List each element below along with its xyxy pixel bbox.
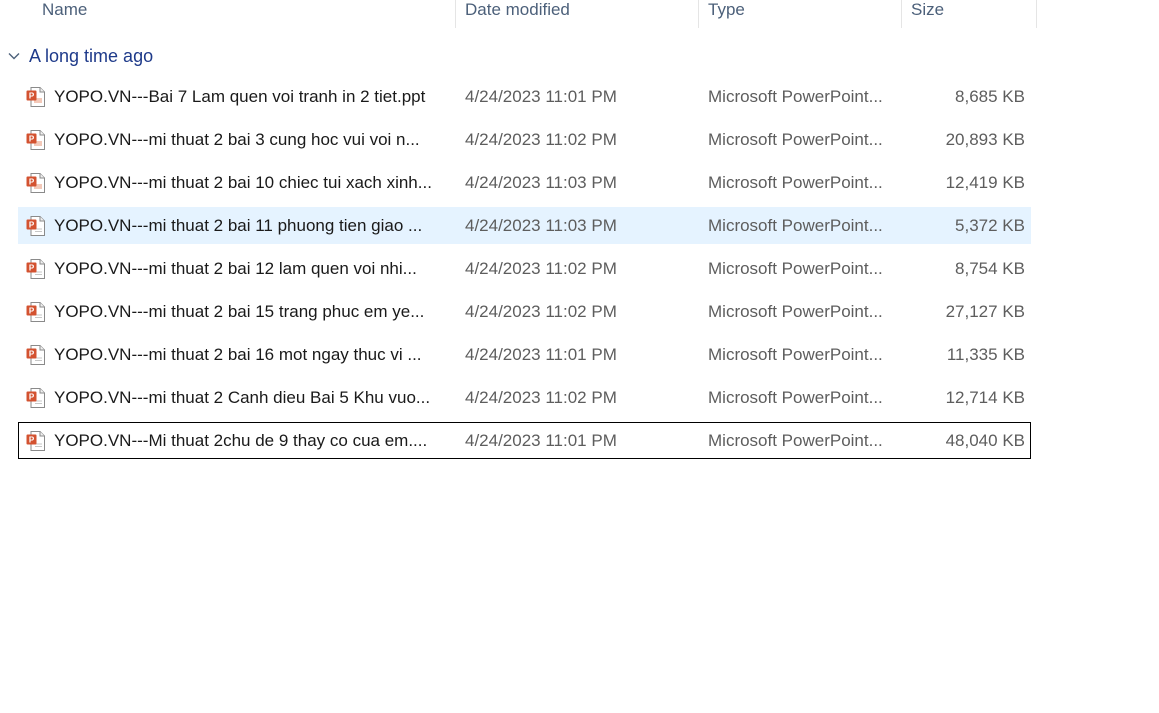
file-type: Microsoft PowerPoint...: [708, 388, 883, 407]
file-type: Microsoft PowerPoint...: [708, 173, 883, 192]
file-name: YOPO.VN---mi thuat 2 bai 15 trang phuc e…: [54, 302, 425, 321]
file-size: 48,040 KB: [945, 431, 1025, 450]
file-row[interactable]: P YOPO.VN---mi thuat 2 bai 3 cung hoc vu…: [18, 121, 1031, 158]
file-date-modified: 4/24/2023 11:03 PM: [465, 216, 617, 235]
column-header-type-label: Type: [708, 0, 745, 19]
svg-text:P: P: [29, 221, 35, 230]
file-date-modified: 4/24/2023 11:02 PM: [465, 259, 617, 278]
file-size: 8,685 KB: [955, 87, 1025, 106]
file-size: 11,335 KB: [946, 345, 1025, 364]
svg-text:P: P: [29, 393, 35, 402]
ppt-legacy-file-icon: P: [25, 129, 47, 151]
column-header-size[interactable]: Size: [903, 0, 1037, 28]
ppt-legacy-file-icon: P: [25, 172, 47, 194]
column-header-name-label: Name: [42, 0, 88, 19]
file-name: YOPO.VN---mi thuat 2 bai 16 mot ngay thu…: [54, 345, 422, 364]
pptx-file-icon: P: [25, 215, 47, 237]
file-size: 27,127 KB: [945, 302, 1025, 321]
file-type: Microsoft PowerPoint...: [708, 259, 883, 278]
file-row[interactable]: P YOPO.VN---mi thuat 2 Canh dieu Bai 5 K…: [18, 379, 1031, 416]
file-size: 5,372 KB: [955, 216, 1025, 235]
file-type: Microsoft PowerPoint...: [708, 345, 883, 364]
file-date-modified: 4/24/2023 11:02 PM: [465, 388, 617, 407]
file-row[interactable]: P YOPO.VN---Mi thuat 2chu de 9 thay co c…: [18, 422, 1031, 459]
svg-text:P: P: [29, 92, 35, 101]
file-name: YOPO.VN---Mi thuat 2chu de 9 thay co cua…: [54, 431, 428, 450]
file-name: YOPO.VN---mi thuat 2 bai 10 chiec tui xa…: [54, 173, 432, 192]
group-header-label: A long time ago: [29, 45, 154, 66]
ppt-legacy-file-icon: P: [25, 86, 47, 108]
svg-text:P: P: [29, 350, 35, 359]
file-size: 12,419 KB: [945, 173, 1025, 192]
file-date-modified: 4/24/2023 11:02 PM: [465, 302, 617, 321]
column-header-name[interactable]: Name: [34, 0, 456, 28]
file-row[interactable]: P YOPO.VN---Bai 7 Lam quen voi tranh in …: [18, 78, 1031, 115]
file-date-modified: 4/24/2023 11:01 PM: [465, 431, 617, 450]
pptx-file-icon: P: [25, 258, 47, 280]
file-name: YOPO.VN---mi thuat 2 bai 3 cung hoc vui …: [54, 130, 420, 149]
file-date-modified: 4/24/2023 11:03 PM: [465, 173, 617, 192]
file-row[interactable]: P YOPO.VN---mi thuat 2 bai 15 trang phuc…: [18, 293, 1031, 330]
column-header-date-label: Date modified: [465, 0, 570, 19]
file-type: Microsoft PowerPoint...: [708, 431, 883, 450]
file-date-modified: 4/24/2023 11:02 PM: [465, 130, 617, 149]
chevron-down-icon: [8, 53, 20, 60]
column-header-date-modified[interactable]: Date modified: [457, 0, 699, 28]
pptx-file-icon: P: [25, 387, 47, 409]
file-row[interactable]: P YOPO.VN---mi thuat 2 bai 11 phuong tie…: [18, 207, 1031, 244]
file-row[interactable]: P YOPO.VN---mi thuat 2 bai 16 mot ngay t…: [18, 336, 1031, 373]
svg-text:P: P: [29, 436, 35, 445]
pptx-file-icon: P: [25, 344, 47, 366]
file-date-modified: 4/24/2023 11:01 PM: [465, 87, 617, 106]
file-size: 20,893 KB: [945, 130, 1025, 149]
pptx-file-icon: P: [25, 301, 47, 323]
file-name: YOPO.VN---Bai 7 Lam quen voi tranh in 2 …: [54, 87, 426, 106]
file-type: Microsoft PowerPoint...: [708, 216, 883, 235]
column-header-size-label: Size: [911, 0, 945, 19]
svg-text:P: P: [29, 135, 35, 144]
file-size: 12,714 KB: [945, 388, 1025, 407]
file-date-modified: 4/24/2023 11:01 PM: [465, 345, 617, 364]
svg-text:P: P: [29, 178, 35, 187]
file-row[interactable]: P YOPO.VN---mi thuat 2 bai 12 lam quen v…: [18, 250, 1031, 287]
file-name: YOPO.VN---mi thuat 2 Canh dieu Bai 5 Khu…: [54, 388, 431, 407]
file-name: YOPO.VN---mi thuat 2 bai 11 phuong tien …: [54, 216, 423, 235]
file-type: Microsoft PowerPoint...: [708, 302, 883, 321]
column-header-type[interactable]: Type: [700, 0, 902, 28]
svg-text:P: P: [29, 307, 35, 316]
svg-text:P: P: [29, 264, 35, 273]
file-size: 8,754 KB: [955, 259, 1025, 278]
file-type: Microsoft PowerPoint...: [708, 130, 883, 149]
file-name: YOPO.VN---mi thuat 2 bai 12 lam quen voi…: [54, 259, 417, 278]
pptx-file-icon: P: [25, 430, 47, 452]
file-row[interactable]: P YOPO.VN---mi thuat 2 bai 10 chiec tui …: [18, 164, 1031, 201]
group-header[interactable]: A long time ago: [6, 44, 153, 68]
file-type: Microsoft PowerPoint...: [708, 87, 883, 106]
